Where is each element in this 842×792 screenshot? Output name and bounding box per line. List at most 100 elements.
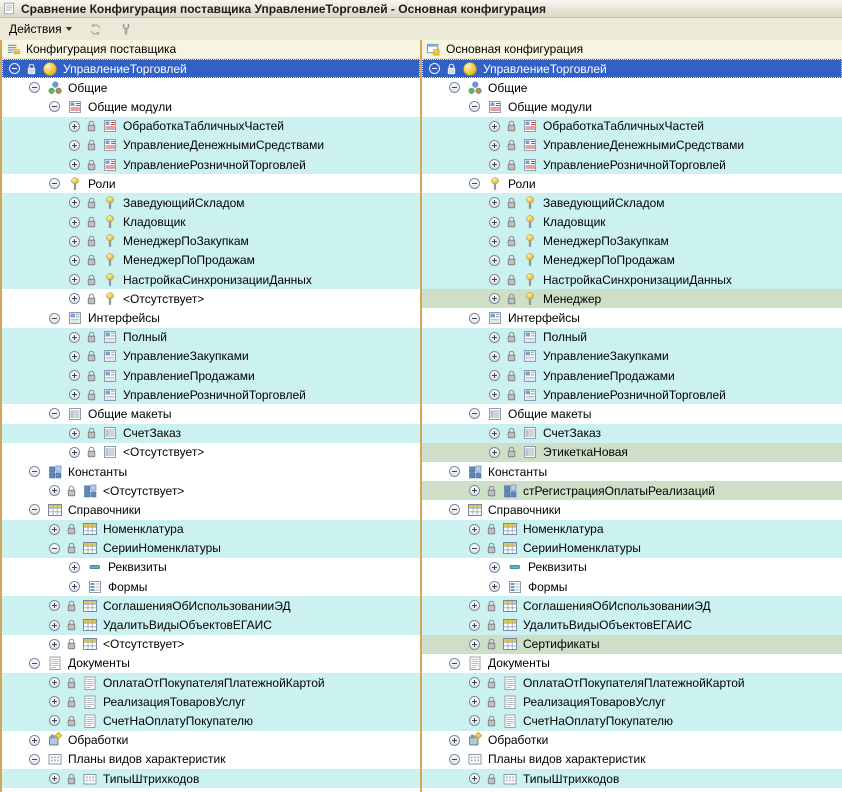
tree-row[interactable]: ЗаведующийСкладом xyxy=(422,193,842,212)
collapse-icon[interactable] xyxy=(49,101,60,112)
expand-icon[interactable] xyxy=(49,773,60,784)
expand-icon[interactable] xyxy=(69,447,80,458)
tree-row[interactable]: СоглашенияОбИспользованииЭД xyxy=(2,596,420,615)
tree-row[interactable]: НастройкаСинхронизацииДанных xyxy=(2,270,420,289)
tree-row[interactable]: ОбработкаТабличныхЧастей xyxy=(2,117,420,136)
tree-row[interactable]: УправлениеЗакупками xyxy=(2,347,420,366)
tree-row[interactable]: Документы xyxy=(422,654,842,673)
tree-row[interactable]: ОплатаОтПокупателяПлатежнойКартой xyxy=(2,673,420,692)
tree-row[interactable]: Обработки xyxy=(2,731,420,750)
tree-row[interactable]: Интерфейсы xyxy=(2,308,420,327)
tree-row[interactable]: СерииНоменклатуры xyxy=(2,539,420,558)
tree-row[interactable]: УправлениеРозничнойТорговлей xyxy=(422,155,842,174)
tree-row[interactable]: УправлениеДенежнымиСредствами xyxy=(2,136,420,155)
expand-icon[interactable] xyxy=(69,140,80,151)
expand-icon[interactable] xyxy=(69,274,80,285)
collapse-icon[interactable] xyxy=(429,63,440,74)
expand-icon[interactable] xyxy=(489,121,500,132)
collapse-icon[interactable] xyxy=(9,63,20,74)
expand-icon[interactable] xyxy=(69,255,80,266)
tree-row[interactable]: Общие xyxy=(2,78,420,97)
expand-icon[interactable] xyxy=(469,485,480,496)
tree-row[interactable]: стРегистрацияОплатыРеализаций xyxy=(422,481,842,500)
tree-row[interactable]: МенеджерПоПродажам xyxy=(2,251,420,270)
tree-row[interactable]: УправлениеЗакупками xyxy=(422,347,842,366)
expand-icon[interactable] xyxy=(69,217,80,228)
expand-icon[interactable] xyxy=(49,524,60,535)
collapse-icon[interactable] xyxy=(49,543,60,554)
expand-icon[interactable] xyxy=(469,677,480,688)
tree-row[interactable]: СчетНаОплатуПокупателю xyxy=(422,711,842,730)
tree-row[interactable]: Интерфейсы xyxy=(422,308,842,327)
expand-icon[interactable] xyxy=(489,351,500,362)
expand-icon[interactable] xyxy=(69,389,80,400)
tree-row[interactable]: Номенклатура xyxy=(2,520,420,539)
tree-row[interactable]: УправлениеТорговлей xyxy=(2,59,420,78)
tree-row[interactable]: Документы xyxy=(2,654,420,673)
tree-row[interactable]: УправлениеРозничнойТорговлей xyxy=(2,155,420,174)
expand-icon[interactable] xyxy=(69,197,80,208)
tree-row[interactable]: ТипыШтрихкодов xyxy=(2,769,420,788)
tree-row[interactable]: МенеджерПоПродажам xyxy=(422,251,842,270)
expand-icon[interactable] xyxy=(469,524,480,535)
tree-row[interactable]: Общие xyxy=(422,78,842,97)
tree-row[interactable]: УправлениеРозничнойТорговлей xyxy=(422,385,842,404)
tree-row[interactable]: Общие макеты xyxy=(422,404,842,423)
expand-icon[interactable] xyxy=(49,600,60,611)
tree-row[interactable]: ОбработкаТабличныхЧастей xyxy=(422,117,842,136)
tree-row[interactable]: УправлениеДенежнымиСредствами xyxy=(422,136,842,155)
expand-icon[interactable] xyxy=(489,389,500,400)
expand-icon[interactable] xyxy=(29,735,40,746)
expand-icon[interactable] xyxy=(69,351,80,362)
tree-row[interactable]: Номенклатура xyxy=(422,520,842,539)
tree-row[interactable]: НастройкаСинхронизацииДанных xyxy=(422,270,842,289)
expand-icon[interactable] xyxy=(49,620,60,631)
tree-row[interactable]: Кладовщик xyxy=(422,213,842,232)
collapse-icon[interactable] xyxy=(49,178,60,189)
tree-row[interactable]: Реквизиты xyxy=(2,558,420,577)
expand-icon[interactable] xyxy=(489,140,500,151)
collapse-icon[interactable] xyxy=(469,101,480,112)
actions-button[interactable]: Действия xyxy=(5,20,76,38)
collapse-icon[interactable] xyxy=(29,658,40,669)
expand-icon[interactable] xyxy=(489,332,500,343)
expand-icon[interactable] xyxy=(489,447,500,458)
expand-icon[interactable] xyxy=(489,562,500,573)
expand-icon[interactable] xyxy=(469,600,480,611)
tree-row[interactable]: Общие модули xyxy=(422,97,842,116)
tree-row[interactable]: ЭтикеткаНовая xyxy=(422,443,842,462)
expand-icon[interactable] xyxy=(489,159,500,170)
tree-row[interactable]: ЗаведующийСкладом xyxy=(2,193,420,212)
tree-row[interactable]: Обработки xyxy=(422,731,842,750)
collapse-icon[interactable] xyxy=(49,313,60,324)
collapse-icon[interactable] xyxy=(449,82,460,93)
tree-row[interactable]: Общие модули xyxy=(2,97,420,116)
expand-icon[interactable] xyxy=(469,620,480,631)
expand-icon[interactable] xyxy=(69,562,80,573)
collapse-icon[interactable] xyxy=(449,504,460,515)
tree-row[interactable]: Константы xyxy=(2,462,420,481)
tree-row[interactable]: <Отсутствует> xyxy=(2,481,420,500)
tree-row[interactable]: Общие макеты xyxy=(2,404,420,423)
tree-row[interactable]: РеализацияТоваровУслуг xyxy=(422,692,842,711)
expand-icon[interactable] xyxy=(489,197,500,208)
collapse-icon[interactable] xyxy=(29,82,40,93)
customize-button[interactable] xyxy=(115,20,137,38)
tree-row[interactable]: <Отсутствует> xyxy=(2,443,420,462)
expand-icon[interactable] xyxy=(69,428,80,439)
tree-row[interactable]: <Отсутствует> xyxy=(2,635,420,654)
collapse-icon[interactable] xyxy=(469,178,480,189)
tree-row[interactable]: Планы видов характеристик xyxy=(422,750,842,769)
tree-row[interactable]: Полный xyxy=(422,328,842,347)
tree-row[interactable]: СчетЗаказ xyxy=(422,424,842,443)
expand-icon[interactable] xyxy=(469,639,480,650)
refresh-button[interactable] xyxy=(84,20,107,39)
expand-icon[interactable] xyxy=(69,332,80,343)
tree-row[interactable]: МенеджерПоЗакупкам xyxy=(2,232,420,251)
collapse-icon[interactable] xyxy=(469,313,480,324)
collapse-icon[interactable] xyxy=(449,754,460,765)
collapse-icon[interactable] xyxy=(469,408,480,419)
expand-icon[interactable] xyxy=(469,696,480,707)
expand-icon[interactable] xyxy=(489,581,500,592)
tree-row[interactable]: УправлениеРозничнойТорговлей xyxy=(2,385,420,404)
